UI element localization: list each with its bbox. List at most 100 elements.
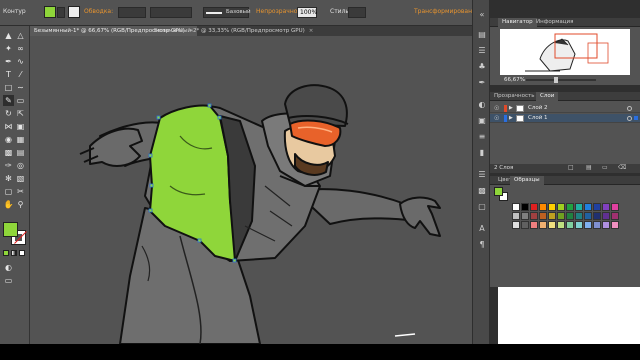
color-swatch[interactable] xyxy=(521,212,529,220)
color-swatch[interactable] xyxy=(530,203,538,211)
color-swatch[interactable] xyxy=(611,212,619,220)
eraser-tool-icon[interactable]: ▭ xyxy=(15,95,26,106)
selection-tool-icon[interactable]: ▲ xyxy=(3,30,14,41)
expand-triangle-icon[interactable]: ▶ xyxy=(509,105,513,111)
swatch-fill-box[interactable] xyxy=(494,187,503,196)
color-swatch[interactable] xyxy=(530,212,538,220)
color-swatch[interactable] xyxy=(566,212,574,220)
color-swatch[interactable] xyxy=(602,212,610,220)
none-mode-button[interactable] xyxy=(19,250,25,256)
close-icon[interactable]: × xyxy=(309,28,314,34)
rotate-tool-icon[interactable]: ↻ xyxy=(3,108,14,119)
tab-info[interactable]: Информация xyxy=(532,18,577,27)
stroke-swatch[interactable] xyxy=(68,6,80,18)
character-icon[interactable]: A xyxy=(476,222,488,234)
stroke-weight-field[interactable] xyxy=(118,7,146,18)
width-tool-icon[interactable]: ⋈ xyxy=(3,121,14,132)
navigator-preview[interactable] xyxy=(500,29,630,75)
tab-document-2[interactable]: Безымянный-2* @ 33,33% (RGB/Предпросмотр… xyxy=(150,26,317,36)
pathfinder-icon[interactable]: ▩ xyxy=(476,184,488,196)
gradient-mode-button[interactable] xyxy=(11,250,17,256)
pencil-tool-icon[interactable]: ✎ xyxy=(3,95,14,106)
magic-wand-tool-icon[interactable]: ✦ xyxy=(3,43,14,54)
paragraph-icon[interactable]: ¶ xyxy=(476,238,488,250)
rectangle-tool-icon[interactable]: □ xyxy=(3,82,14,93)
color-swatch[interactable] xyxy=(557,212,565,220)
eyedropper-tool-icon[interactable]: ✑ xyxy=(3,160,14,171)
artboard-canvas[interactable] xyxy=(30,36,472,344)
color-swatch[interactable] xyxy=(521,221,529,229)
color-swatch[interactable] xyxy=(512,203,520,211)
transform-link[interactable]: Трансформирование xyxy=(414,8,480,15)
lasso-tool-icon[interactable]: ∞ xyxy=(15,43,26,54)
tab-layers[interactable]: Слои xyxy=(536,92,559,101)
brushes-icon[interactable]: ✒ xyxy=(476,76,488,88)
perspective-grid-tool-icon[interactable]: ▦ xyxy=(15,134,26,145)
artboard-tool-icon[interactable]: ▢ xyxy=(3,186,14,197)
curvature-tool-icon[interactable]: ∿ xyxy=(15,56,26,67)
shape-builder-tool-icon[interactable]: ◉ xyxy=(3,134,14,145)
zoom-tool-icon[interactable]: ⚲ xyxy=(15,199,26,210)
gradient-tool-icon[interactable]: ▤ xyxy=(15,147,26,158)
variable-width-dropdown[interactable] xyxy=(150,7,192,18)
scale-tool-icon[interactable]: ⇱ xyxy=(15,108,26,119)
color-swatch[interactable] xyxy=(584,203,592,211)
color-swatch[interactable] xyxy=(539,221,547,229)
appearance-icon[interactable]: ◐ xyxy=(476,98,488,110)
color-swatch[interactable] xyxy=(512,221,520,229)
libraries-icon[interactable]: ▤ xyxy=(476,28,488,40)
tab-navigator[interactable]: Навигатор xyxy=(498,18,537,27)
type-tool-icon[interactable]: T xyxy=(3,69,14,80)
visibility-eye-icon[interactable]: ☉ xyxy=(494,105,499,112)
transform-icon[interactable]: ▢ xyxy=(476,200,488,212)
paintbrush-tool-icon[interactable]: ∼ xyxy=(15,82,26,93)
symbols-icon[interactable]: ♣ xyxy=(476,60,488,72)
draw-mode-icon[interactable]: ◐ xyxy=(3,262,14,273)
new-layer-icon[interactable]: □ xyxy=(568,164,574,171)
layer-target-icon[interactable] xyxy=(627,116,632,121)
color-swatch[interactable] xyxy=(557,221,565,229)
color-swatch[interactable] xyxy=(575,203,583,211)
screen-mode-icon[interactable]: ▭ xyxy=(3,275,14,286)
sublayer-icon[interactable]: ▤ xyxy=(586,164,592,171)
blend-tool-icon[interactable]: ◎ xyxy=(15,160,26,171)
duplicate-layer-icon[interactable]: ▭ xyxy=(602,164,608,171)
color-swatch[interactable] xyxy=(539,203,547,211)
color-swatch[interactable] xyxy=(575,221,583,229)
layer-row[interactable]: ☉ ▶ Слой 2 xyxy=(490,104,640,113)
color-swatch[interactable] xyxy=(566,203,574,211)
visibility-eye-icon[interactable]: ☉ xyxy=(494,115,499,122)
color-swatch[interactable] xyxy=(602,203,610,211)
opacity-field[interactable]: 100% xyxy=(297,7,317,18)
collapse-panels-icon[interactable]: « xyxy=(476,8,488,20)
mesh-tool-icon[interactable]: ▩ xyxy=(3,147,14,158)
fill-dropdown[interactable] xyxy=(57,7,65,18)
color-swatch[interactable] xyxy=(548,221,556,229)
stroke-label[interactable]: Обводка: xyxy=(84,8,113,15)
symbol-sprayer-tool-icon[interactable]: ✻ xyxy=(3,173,14,184)
align-icon[interactable]: ☰ xyxy=(476,168,488,180)
gradient-panel-icon[interactable]: ▮ xyxy=(476,146,488,158)
color-swatch[interactable] xyxy=(548,212,556,220)
navigator-zoom-slider[interactable] xyxy=(526,77,596,83)
color-swatch[interactable] xyxy=(557,203,565,211)
slice-tool-icon[interactable]: ✂ xyxy=(15,186,26,197)
color-swatch[interactable] xyxy=(521,203,529,211)
color-swatch[interactable] xyxy=(593,203,601,211)
styles-dropdown[interactable] xyxy=(348,7,366,18)
graphic-styles-icon[interactable]: ▣ xyxy=(476,114,488,126)
column-graph-tool-icon[interactable]: ▧ xyxy=(15,173,26,184)
color-swatch[interactable] xyxy=(566,221,574,229)
fill-color-box[interactable] xyxy=(3,222,18,237)
color-swatch[interactable] xyxy=(593,212,601,220)
layer-target-icon[interactable] xyxy=(627,106,632,111)
color-mode-button[interactable] xyxy=(3,250,9,256)
color-swatch[interactable] xyxy=(512,212,520,220)
properties-icon[interactable]: ☰ xyxy=(476,44,488,56)
color-swatch[interactable] xyxy=(530,221,538,229)
fill-swatch[interactable] xyxy=(44,6,56,18)
navigator-zoom-value[interactable]: 66,67% xyxy=(504,77,525,83)
brush-dropdown[interactable]: Базовый xyxy=(203,7,251,18)
tab-swatches[interactable]: Образцы xyxy=(510,176,544,185)
color-swatch[interactable] xyxy=(548,203,556,211)
